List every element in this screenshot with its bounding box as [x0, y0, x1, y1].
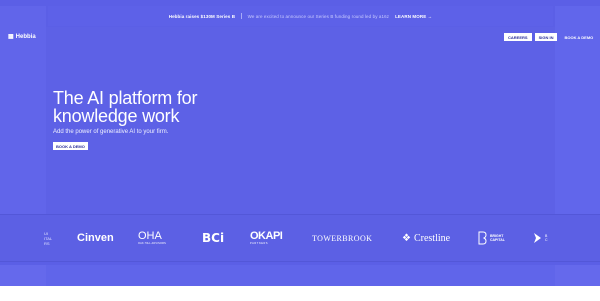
- hero-headline: The AI platform for knowledge work: [53, 89, 197, 125]
- grid-logo-icon: ▦: [8, 34, 14, 40]
- chevron-logo-icon: [534, 233, 541, 243]
- logo-cinven: Cinven: [77, 232, 114, 244]
- logo-towerbrook: TOWERBROOK: [312, 233, 373, 243]
- bright-capital-emblem-icon: [478, 231, 487, 245]
- logo-bci: BCi: [202, 231, 225, 245]
- brand-logo[interactable]: ▦ Hebbia: [8, 33, 36, 41]
- bottom-left-panel: [0, 265, 46, 286]
- announcement-link[interactable]: LEARN MORE →: [395, 14, 432, 19]
- logo-crestline: ❖ Crestline: [402, 226, 450, 250]
- header-nav: CAREERS SIGN IN BOOK A DEMO: [504, 33, 597, 41]
- bottom-right-panel: [555, 265, 600, 286]
- headline-line-2: knowledge work: [53, 106, 180, 126]
- book-demo-button[interactable]: BOOK A DEMO: [560, 33, 597, 41]
- announcement-text: We are excited to announce our Series B …: [247, 13, 390, 19]
- logo-oha-name: OHA: [138, 230, 162, 242]
- bottom-panel: [46, 265, 555, 286]
- announcement-divider: [241, 13, 242, 19]
- logo-cut-left: UI ITAL RS: [44, 226, 52, 250]
- logo-oha-tagline: OAK HILL ADVISORS: [138, 242, 167, 245]
- logo-okapi: OKAPI PARTNERS: [250, 226, 283, 250]
- logo-cut-right-line-2: C: [545, 238, 548, 242]
- crestline-emblem-icon: ❖: [402, 232, 411, 244]
- logo-cut-right: B C: [533, 226, 548, 250]
- logo-cut-left-line-3: RS: [44, 240, 50, 246]
- logo-crestline-name: Crestline: [413, 232, 451, 244]
- hero-book-demo-button[interactable]: BOOK A DEMO: [53, 142, 88, 150]
- announcement-bar: Hebbia raises $130M Series B We are exci…: [48, 6, 553, 26]
- careers-button[interactable]: CAREERS: [504, 33, 532, 41]
- app-frame: Hebbia raises $130M Series B We are exci…: [0, 0, 600, 286]
- logo-okapi-tagline: PARTNERS: [250, 242, 269, 245]
- announcement-title: Hebbia raises $130M Series B: [168, 13, 236, 19]
- customer-logos: UI ITAL RS Cinven OHA OAK HILL ADVISORS …: [40, 226, 560, 250]
- logo-bright-capital: BRIGHT CAPITAL: [477, 226, 505, 250]
- logo-okapi-name: OKAPI: [250, 230, 283, 242]
- hero-subtitle: Add the power of generative AI to your f…: [53, 129, 169, 135]
- logo-oha: OHA OAK HILL ADVISORS: [138, 226, 166, 250]
- brand-name: Hebbia: [15, 33, 36, 40]
- logo-bright-line-2: CAPITAL: [490, 238, 505, 242]
- sign-in-button[interactable]: SIGN IN: [534, 33, 558, 41]
- headline-line-1: The AI platform for: [53, 88, 198, 108]
- page-bottom-margin: [0, 286, 600, 301]
